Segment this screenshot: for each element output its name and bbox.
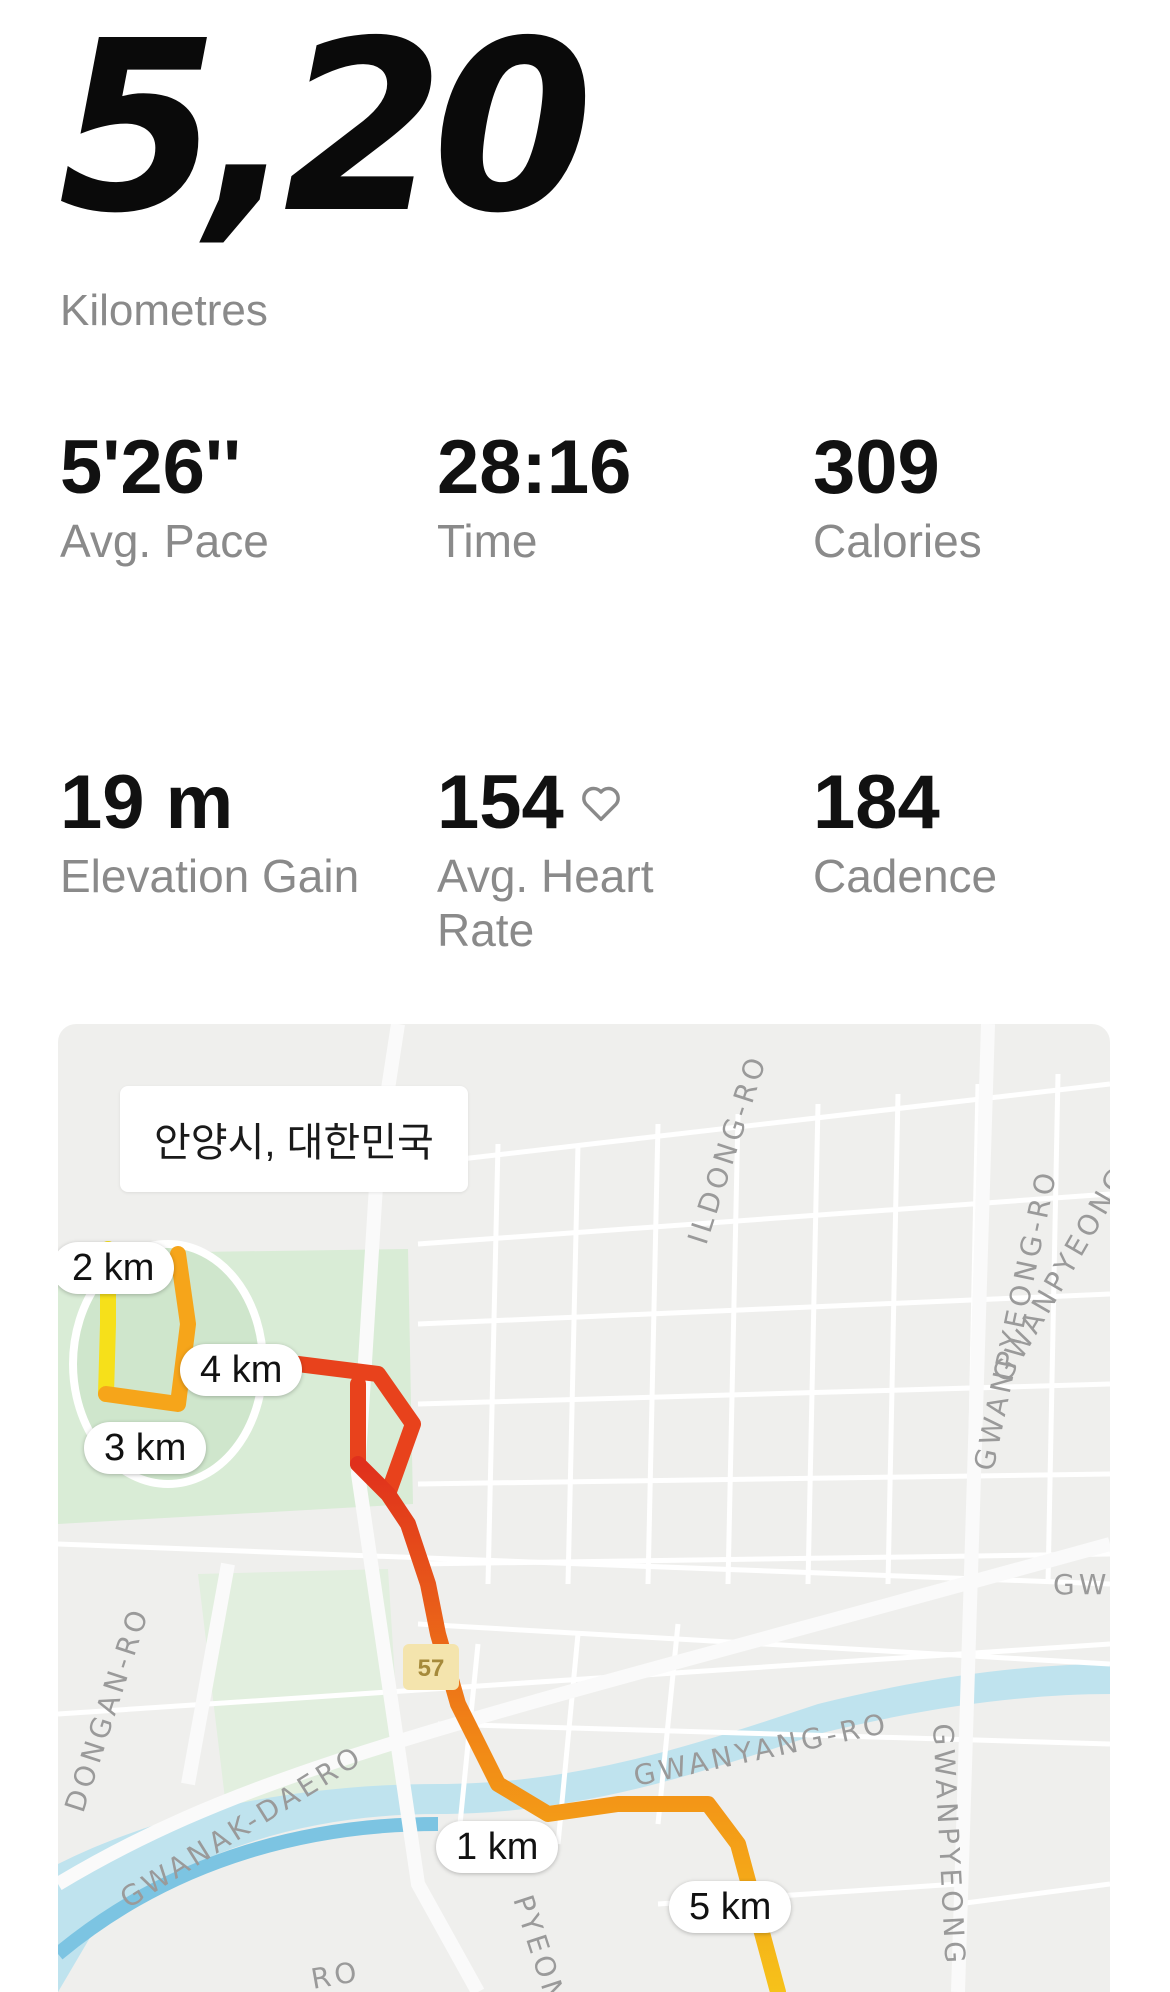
stat-label: Calories	[813, 515, 982, 567]
stat-label: Elevation Gain	[60, 850, 360, 902]
stat-value: 5'26''	[60, 425, 242, 510]
stat-value: 154	[437, 760, 564, 845]
stat-label: Cadence	[813, 850, 998, 902]
stat-value: 184	[813, 760, 940, 845]
distance-value: 5,20	[58, 0, 593, 265]
km-marker: 4 km	[180, 1344, 303, 1396]
stat-label: Time	[437, 515, 538, 567]
street-label: GW	[1053, 1568, 1110, 1601]
stat-label: Avg. Pace	[60, 515, 269, 567]
km-marker: 3 km	[84, 1422, 207, 1474]
street-label: PYEONG	[506, 1891, 581, 1992]
km-marker: 2 km	[58, 1242, 175, 1294]
stat-avg-pace: 5'26'' Avg. Pace	[60, 430, 420, 568]
stat-time: 28:16 Time	[437, 430, 797, 568]
street-label: GWANPYEONG-R	[985, 1127, 1110, 1387]
stat-avg-heart-rate: 154 Avg. Heart Rate	[437, 765, 737, 957]
stat-cadence: 184 Cadence	[813, 765, 1113, 903]
stat-value: 28:16	[437, 425, 632, 510]
street-label: RO	[308, 1955, 362, 1992]
km-marker: 5 km	[669, 1881, 792, 1933]
km-marker: 1 km	[436, 1821, 559, 1873]
stat-value: 309	[813, 425, 940, 510]
stat-label: Avg. Heart Rate	[437, 850, 654, 956]
heart-outline-icon	[581, 786, 620, 822]
stat-elevation-gain: 19 m Elevation Gain	[60, 765, 360, 903]
route-map[interactable]: 57 ILDONG-RO GWANPYEONG-RO GWANPYEONG-R …	[58, 1024, 1110, 1992]
distance-unit-label: Kilometres	[60, 286, 268, 335]
stat-value: 19 m	[60, 760, 234, 845]
location-label: 안양시, 대한민국	[120, 1086, 468, 1192]
stat-calories: 309 Calories	[813, 430, 1170, 568]
road-badge: 57	[418, 1655, 445, 1682]
